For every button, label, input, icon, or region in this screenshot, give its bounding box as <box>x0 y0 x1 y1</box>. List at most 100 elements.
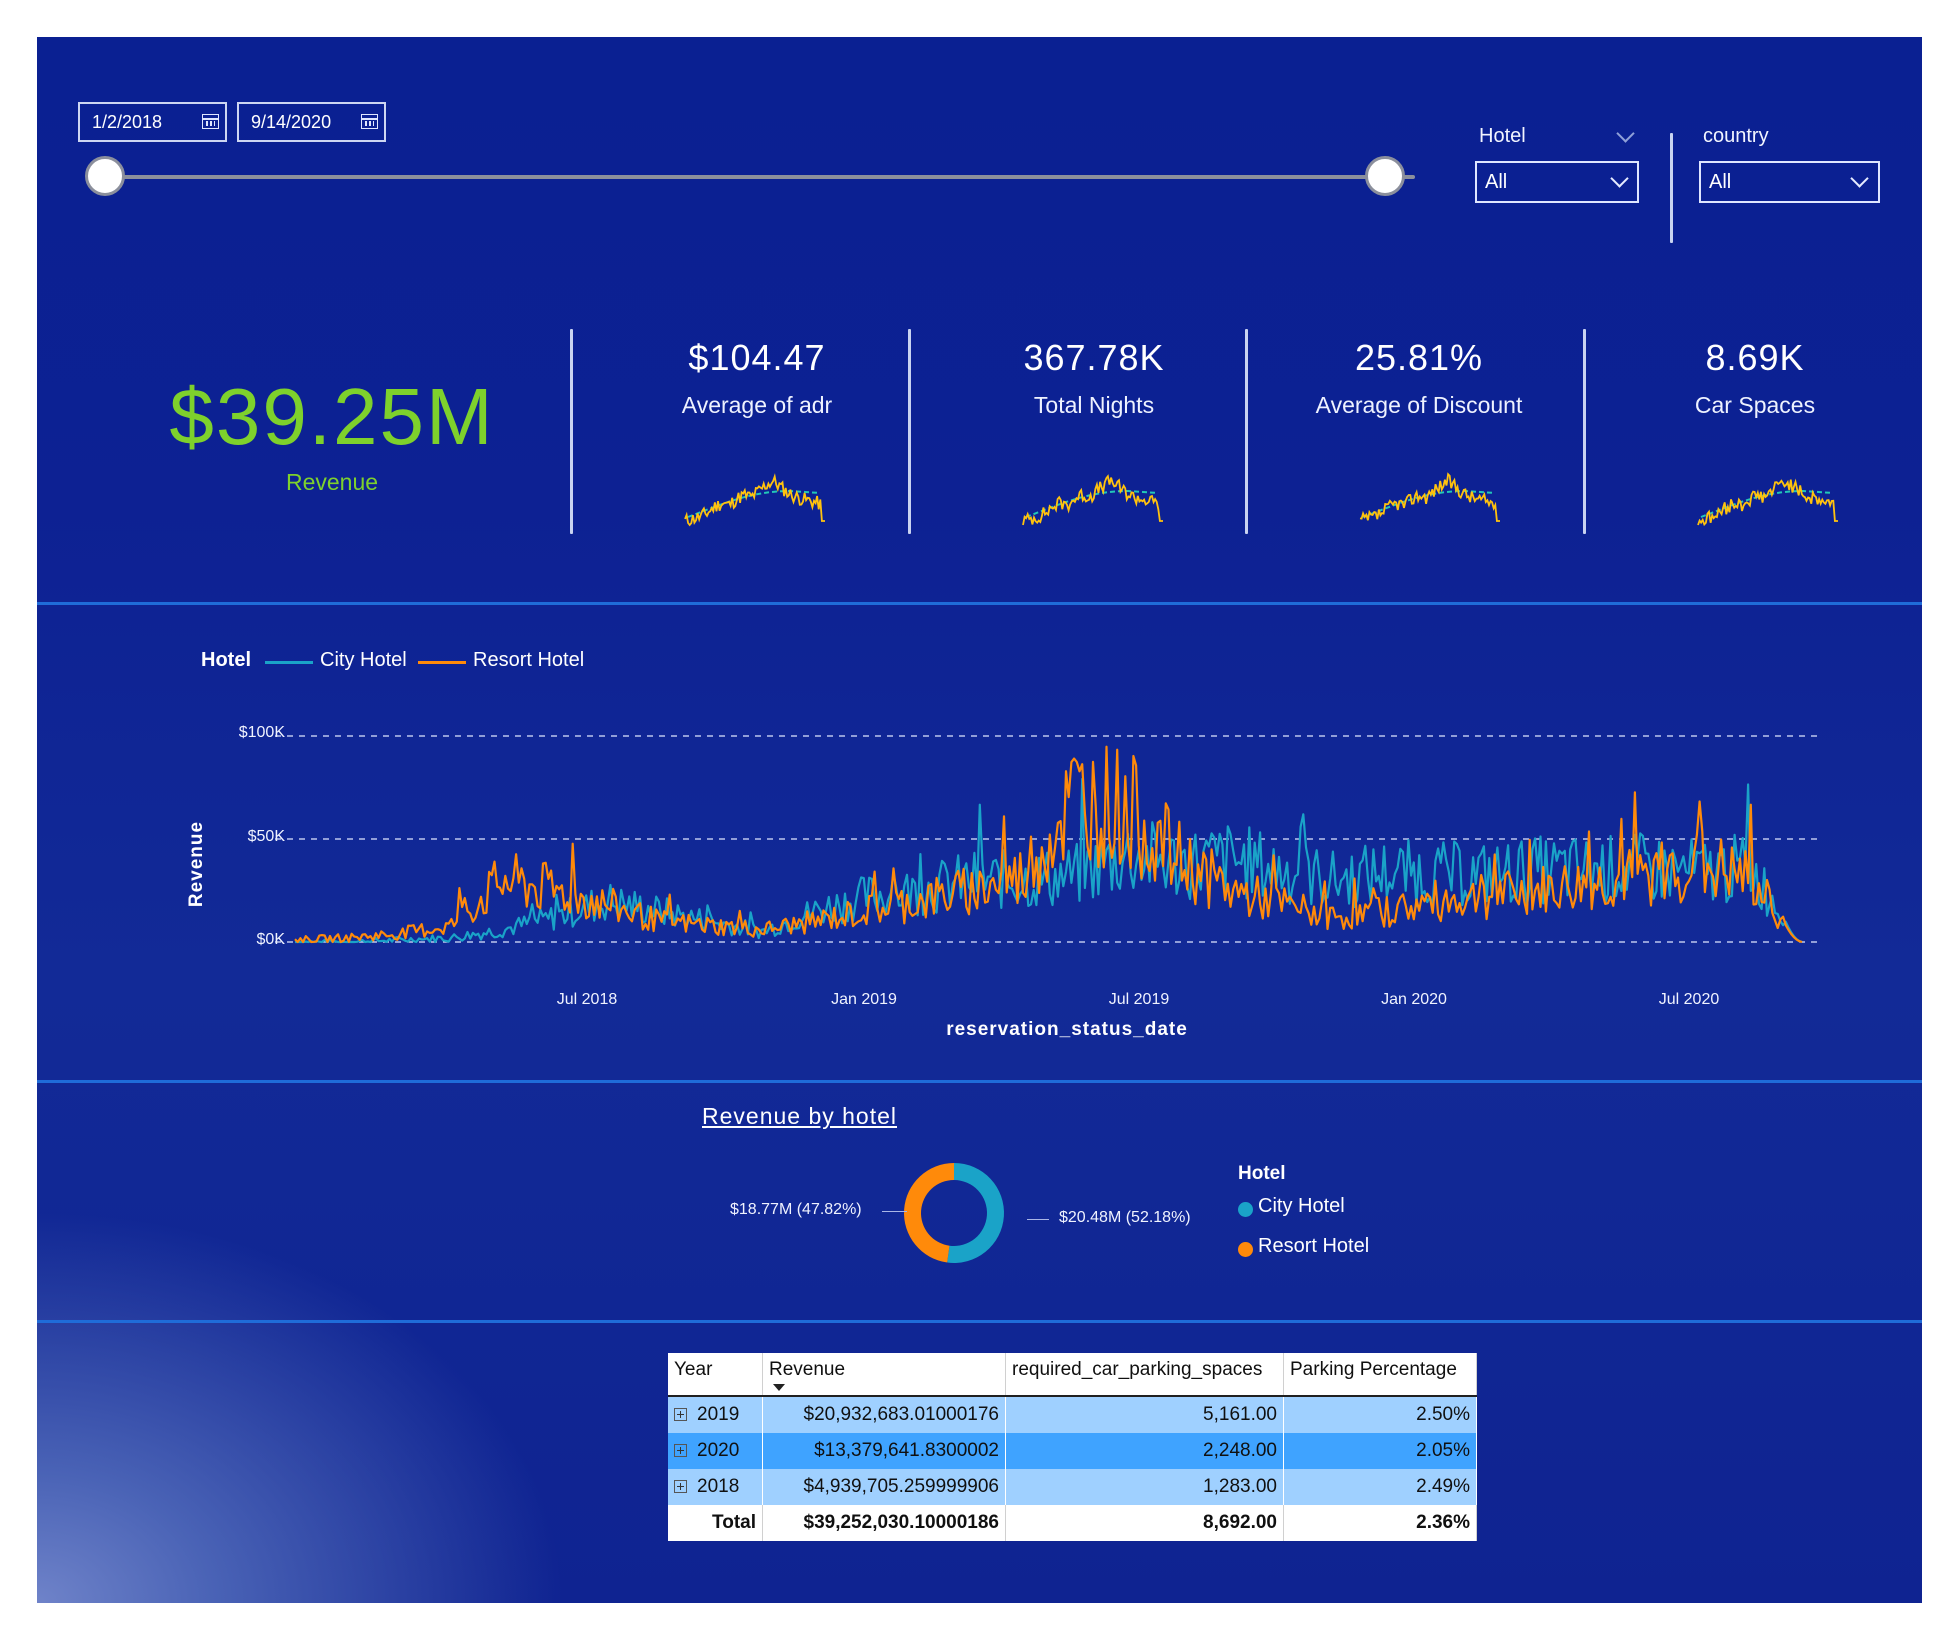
year-value: 2020 <box>697 1440 740 1461</box>
parking-cell: 1,283.00 <box>1005 1469 1284 1505</box>
kpi-divider <box>570 329 573 534</box>
column-header-parking-percentage[interactable]: Parking Percentage <box>1283 1353 1477 1396</box>
revenue-kpi-label: Revenue <box>285 469 379 495</box>
kpi-divider <box>1245 329 1248 534</box>
country-dropdown[interactable]: All <box>1699 161 1880 203</box>
start-date-input[interactable]: 1/2/2018 <box>78 102 227 142</box>
revenue-matrix-table: Year Revenue required_car_parking_spaces… <box>668 1353 1477 1541</box>
section-divider <box>37 1320 1922 1323</box>
total-label-cell: Total <box>668 1505 763 1541</box>
x-tick-label: Jul 2020 <box>1658 991 1720 1008</box>
revenue-cell: $4,939,705.259999906 <box>762 1469 1006 1505</box>
resort-hotel-dot-icon <box>1238 1242 1253 1257</box>
filter-divider <box>1670 133 1673 243</box>
kpi-car-spaces-label: Car Spaces <box>1694 392 1816 418</box>
donut-city-label: $20.48M (52.18%) <box>1059 1209 1191 1226</box>
kpi-discount-label: Average of Discount <box>1315 392 1523 418</box>
hotel-dropdown-value: All <box>1485 171 1508 193</box>
revenue-cell: $20,932,683.01000176 <box>762 1396 1006 1433</box>
kpi-nights-value: 367.78K <box>1023 337 1165 378</box>
x-tick-label: Jul 2018 <box>556 991 618 1008</box>
donut-legend-resort[interactable]: Resort Hotel <box>1258 1235 1369 1258</box>
column-header-year[interactable]: Year <box>668 1353 763 1396</box>
donut-legend-title: Hotel <box>1238 1163 1286 1184</box>
kpi-discount-sparkline <box>1359 472 1500 522</box>
sparkline-series <box>1697 478 1838 527</box>
x-tick-label: Jan 2020 <box>1381 991 1447 1008</box>
sparkline-series <box>1359 472 1500 522</box>
column-header-revenue[interactable]: Revenue <box>762 1353 1006 1396</box>
kpi-nights-sparkline <box>1022 474 1163 526</box>
country-filter-label: country <box>1703 125 1769 147</box>
hotel-dropdown[interactable]: All <box>1475 161 1639 203</box>
year-value: 2018 <box>697 1476 740 1497</box>
section-divider <box>37 602 1922 605</box>
year-cell: 2018 <box>668 1469 763 1505</box>
revenue-cell: $13,379,641.8300002 <box>762 1433 1006 1469</box>
year-cell: 2020 <box>668 1433 763 1469</box>
table-row[interactable]: 2019 $20,932,683.01000176 5,161.00 2.50% <box>668 1396 1477 1433</box>
sort-descending-icon[interactable] <box>773 1384 785 1391</box>
total-parking-percentage-cell: 2.36% <box>1283 1505 1477 1541</box>
expand-icon[interactable] <box>674 1444 687 1457</box>
column-header-parking[interactable]: required_car_parking_spaces <box>1005 1353 1284 1396</box>
end-date-value: 9/14/2020 <box>251 112 332 132</box>
country-dropdown-value: All <box>1709 171 1732 193</box>
donut-legend-city[interactable]: City Hotel <box>1258 1195 1345 1218</box>
kpi-adr-label: Average of adr <box>681 392 833 418</box>
resort-hotel-legend-label[interactable]: Resort Hotel <box>473 649 584 672</box>
parking-cell: 5,161.00 <box>1005 1396 1284 1433</box>
calendar-icon[interactable] <box>202 114 219 129</box>
year-cell: 2019 <box>668 1396 763 1433</box>
range-end-handle[interactable] <box>1365 156 1405 196</box>
table-header-row: Year Revenue required_car_parking_spaces… <box>668 1353 1477 1396</box>
revenue-kpi-value: $39.25M <box>169 372 495 461</box>
city-hotel-slice[interactable] <box>947 1163 1004 1263</box>
donut-resort-label: $18.77M (47.82%) <box>730 1201 862 1218</box>
resort-hotel-legend-swatch <box>418 661 466 664</box>
expand-icon[interactable] <box>674 1480 687 1493</box>
city-hotel-legend-swatch <box>265 661 313 664</box>
kpi-car-spaces-sparkline <box>1697 478 1838 527</box>
kpi-adr-sparkline <box>684 473 825 527</box>
table-row[interactable]: 2020 $13,379,641.8300002 2,248.00 2.05% <box>668 1433 1477 1469</box>
revenue-line-chart[interactable] <box>37 717 1922 977</box>
city-hotel-dot-icon <box>1238 1202 1253 1217</box>
city-hotel-legend-label[interactable]: City Hotel <box>320 649 407 672</box>
calendar-icon[interactable] <box>361 114 378 129</box>
kpi-divider <box>908 329 911 534</box>
kpi-divider <box>1583 329 1586 534</box>
total-revenue-cell: $39,252,030.10000186 <box>762 1505 1006 1541</box>
resort-hotel-slice[interactable] <box>904 1163 954 1263</box>
range-start-handle[interactable] <box>85 156 125 196</box>
table-row[interactable]: 2018 $4,939,705.259999906 1,283.00 2.49% <box>668 1469 1477 1505</box>
kpi-discount-value: 25.81% <box>1354 337 1484 378</box>
start-date-value: 1/2/2018 <box>92 112 163 132</box>
kpi-car-spaces-value: 8.69K <box>1705 337 1805 378</box>
end-date-input[interactable]: 9/14/2020 <box>237 102 386 142</box>
line-legend-title: Hotel <box>201 649 251 671</box>
x-tick-label: Jul 2019 <box>1108 991 1170 1008</box>
kpi-adr-value: $104.47 <box>688 337 826 378</box>
x-tick-label: Jan 2019 <box>831 991 897 1008</box>
expand-icon[interactable] <box>674 1408 687 1421</box>
leader-line <box>882 1211 907 1212</box>
parking-percentage-cell: 2.50% <box>1283 1396 1477 1433</box>
x-axis-title: reservation_status_date <box>946 1019 1188 1040</box>
sparkline-series <box>684 473 825 527</box>
date-range-track[interactable] <box>105 175 1415 179</box>
year-value: 2019 <box>697 1404 740 1425</box>
table-total-row: Total $39,252,030.10000186 8,692.00 2.36… <box>668 1505 1477 1541</box>
section-divider <box>37 1080 1922 1083</box>
report-canvas: 1/2/2018 9/14/2020 Hotel All country All… <box>37 37 1922 1603</box>
parking-percentage-cell: 2.49% <box>1283 1469 1477 1505</box>
sparkline-series <box>1022 474 1163 526</box>
kpi-nights-label: Total Nights <box>1033 392 1155 418</box>
parking-percentage-cell: 2.05% <box>1283 1433 1477 1469</box>
hotel-filter-label: Hotel <box>1479 125 1526 147</box>
leader-line <box>1027 1219 1049 1220</box>
column-header-revenue-label: Revenue <box>769 1359 846 1380</box>
chevron-down-icon <box>1850 169 1869 188</box>
chevron-down-icon[interactable] <box>1616 124 1635 143</box>
revenue-donut-chart[interactable] <box>899 1153 1029 1283</box>
